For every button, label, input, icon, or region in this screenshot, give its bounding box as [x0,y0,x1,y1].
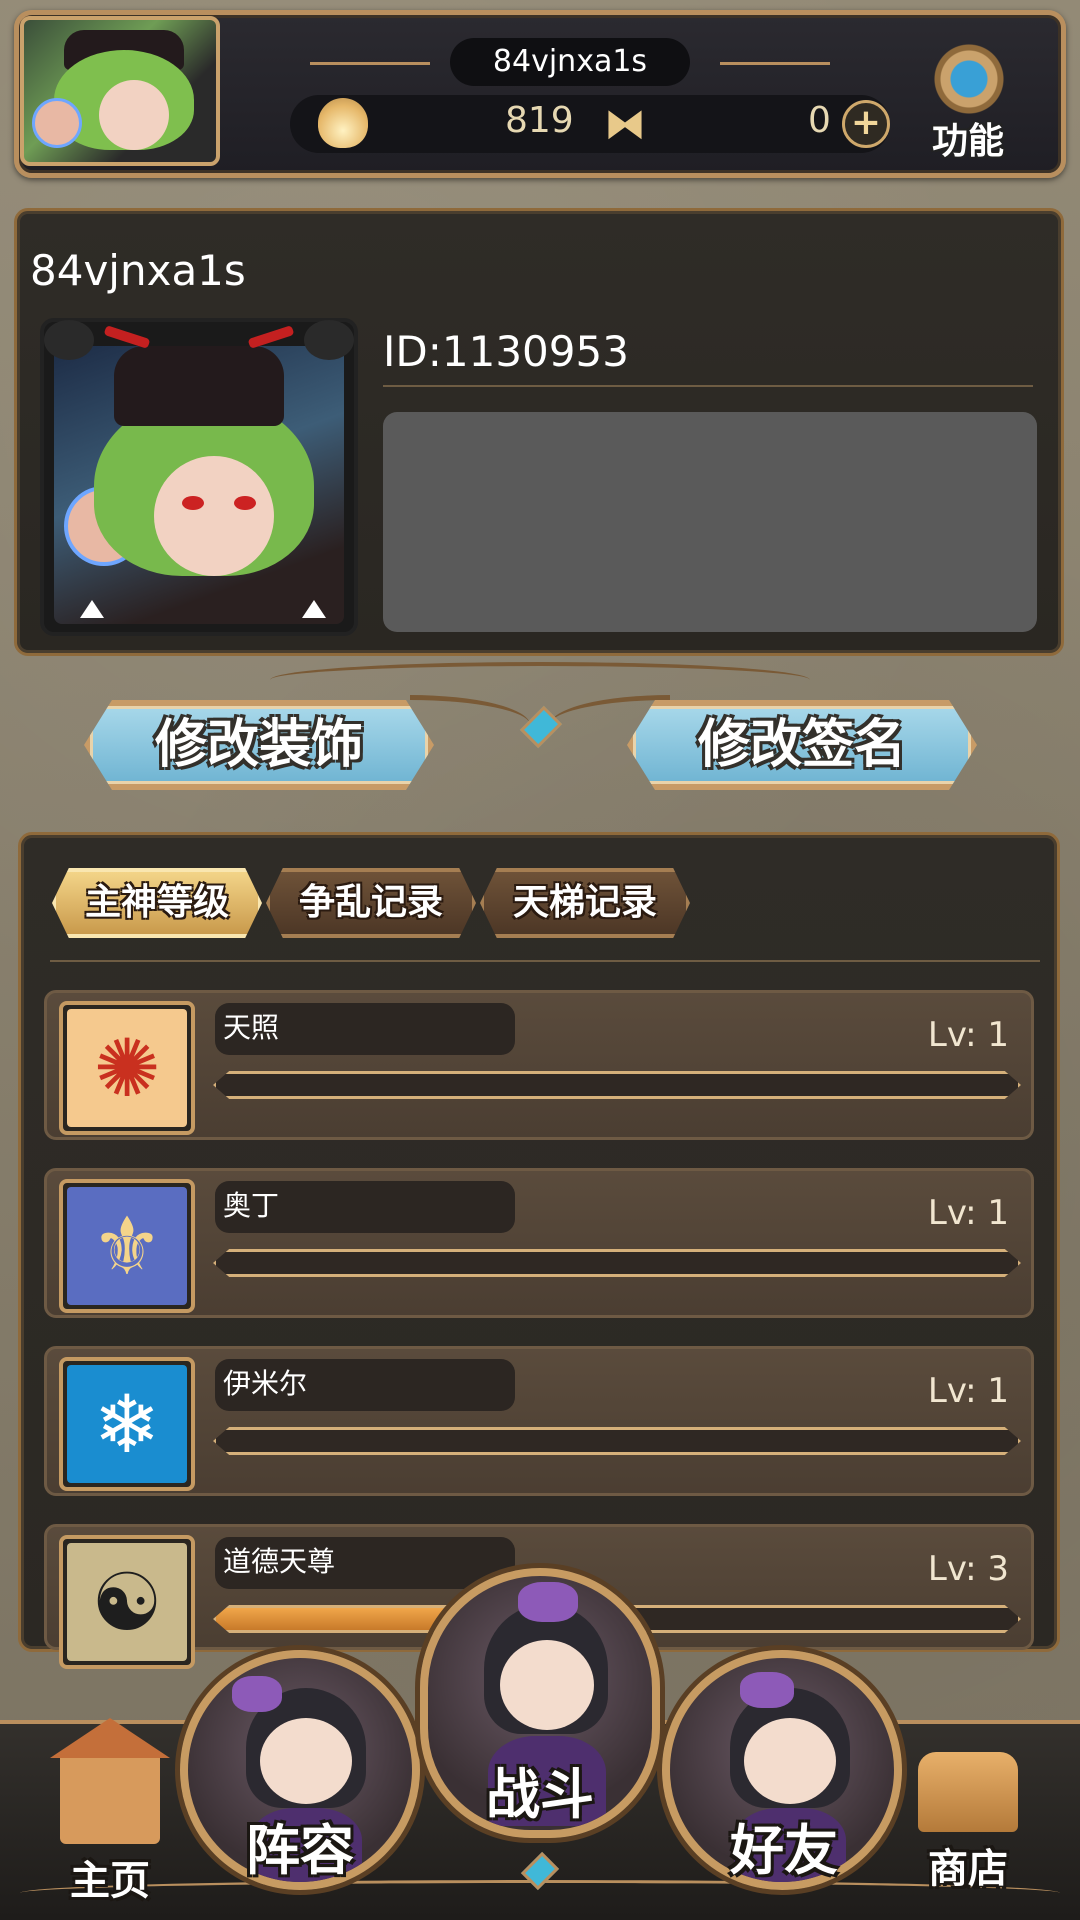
edit-signature-button[interactable]: 修改签名 [627,700,977,790]
character-bow [740,1672,794,1708]
tab-chaos-record[interactable]: 争乱记录 [266,868,476,938]
treasure-chest-icon [918,1752,1018,1832]
ornament-arch [270,662,810,698]
taiji-icon: ☯ [67,1543,187,1661]
character-bow [518,1582,578,1622]
currency-bar [290,95,890,153]
god-row-ymir[interactable]: ❄ 伊米尔 Lv: 1 [44,1346,1034,1496]
name-ornament-left [310,62,430,65]
nav-lineup-label: 阵容 [246,1819,354,1882]
frame-eye-left [103,325,151,349]
header-username: 84vjnxa1s [450,38,690,86]
portrait-eye-right [234,496,256,510]
nav-home-button[interactable]: 主页 [50,1718,170,1906]
god-level: Lv: 1 [927,1193,1009,1233]
god-level: Lv: 3 [927,1549,1009,1589]
god-icon-frame: ☯ [59,1535,195,1669]
signature-box [383,412,1037,632]
player-id: ID:1130953 [383,327,629,376]
house-icon [50,1718,170,1844]
ice-horns-icon: ❄ [67,1365,187,1483]
nav-shop-label: 商店 [928,1846,1008,1892]
god-level: Lv: 1 [927,1371,1009,1411]
character-face [744,1718,836,1804]
frame-fang-left [80,600,104,618]
god-name: 伊米尔 [215,1359,515,1411]
add-currency-button[interactable]: + [842,100,890,148]
gear-center-icon [930,40,1008,118]
god-progress-bar [213,1249,1021,1277]
profile-name: 84vjnxa1s [30,246,246,295]
butterfly-count: 0 [808,100,831,141]
god-name: 天照 [215,1003,515,1055]
god-icon-frame: ⚜ [59,1179,195,1313]
god-name: 奥丁 [215,1181,515,1233]
god-name: 道德天尊 [215,1537,515,1589]
portrait-face [154,456,274,576]
nav-shop-button[interactable]: 商店 [908,1752,1028,1894]
avatar-fist [32,98,82,148]
portrait-eye-left [182,496,204,510]
frame-eye-right [247,325,295,349]
function-menu-button[interactable]: ⚙ 功能 [918,34,1018,163]
avatar-face [99,80,169,150]
tab-divider [50,960,1040,962]
name-ornament-right [720,62,830,65]
sun-icon: ✺ [67,1009,187,1127]
butterfly-currency-icon: ⧓ [604,99,646,148]
flame-count: 819 [505,100,574,141]
character-face [260,1718,352,1804]
tab-god-level[interactable]: 主神等级 [52,868,262,938]
god-row-odin[interactable]: ⚜ 奥丁 Lv: 1 [44,1168,1034,1318]
house-roof [50,1718,170,1758]
wings-icon: ⚜ [67,1187,187,1305]
nav-friends-label: 好友 [730,1819,838,1882]
god-progress-bar [213,1071,1021,1099]
frame-fang-right [302,600,326,618]
frame-ear-left [44,320,94,360]
nav-battle-label: 战斗 [486,1763,594,1826]
edit-decoration-button[interactable]: 修改装饰 [84,700,434,790]
function-label: 功能 [931,121,1004,162]
player-avatar-thumbnail[interactable] [20,16,220,166]
portrait-frame-ears [44,320,354,364]
god-level: Lv: 1 [927,1015,1009,1055]
character-face [500,1640,594,1730]
flame-currency-icon [318,98,368,148]
character-bow [232,1676,282,1712]
nav-home-label: 主页 [70,1858,150,1904]
id-divider [383,385,1033,387]
frame-ear-right [304,320,354,360]
god-icon-frame: ❄ [59,1357,195,1491]
tab-ladder-record[interactable]: 天梯记录 [480,868,690,938]
god-icon-frame: ✺ [59,1001,195,1135]
player-portrait[interactable] [54,346,344,624]
god-progress-bar [213,1427,1021,1455]
god-row-amaterasu[interactable]: ✺ 天照 Lv: 1 [44,990,1034,1140]
